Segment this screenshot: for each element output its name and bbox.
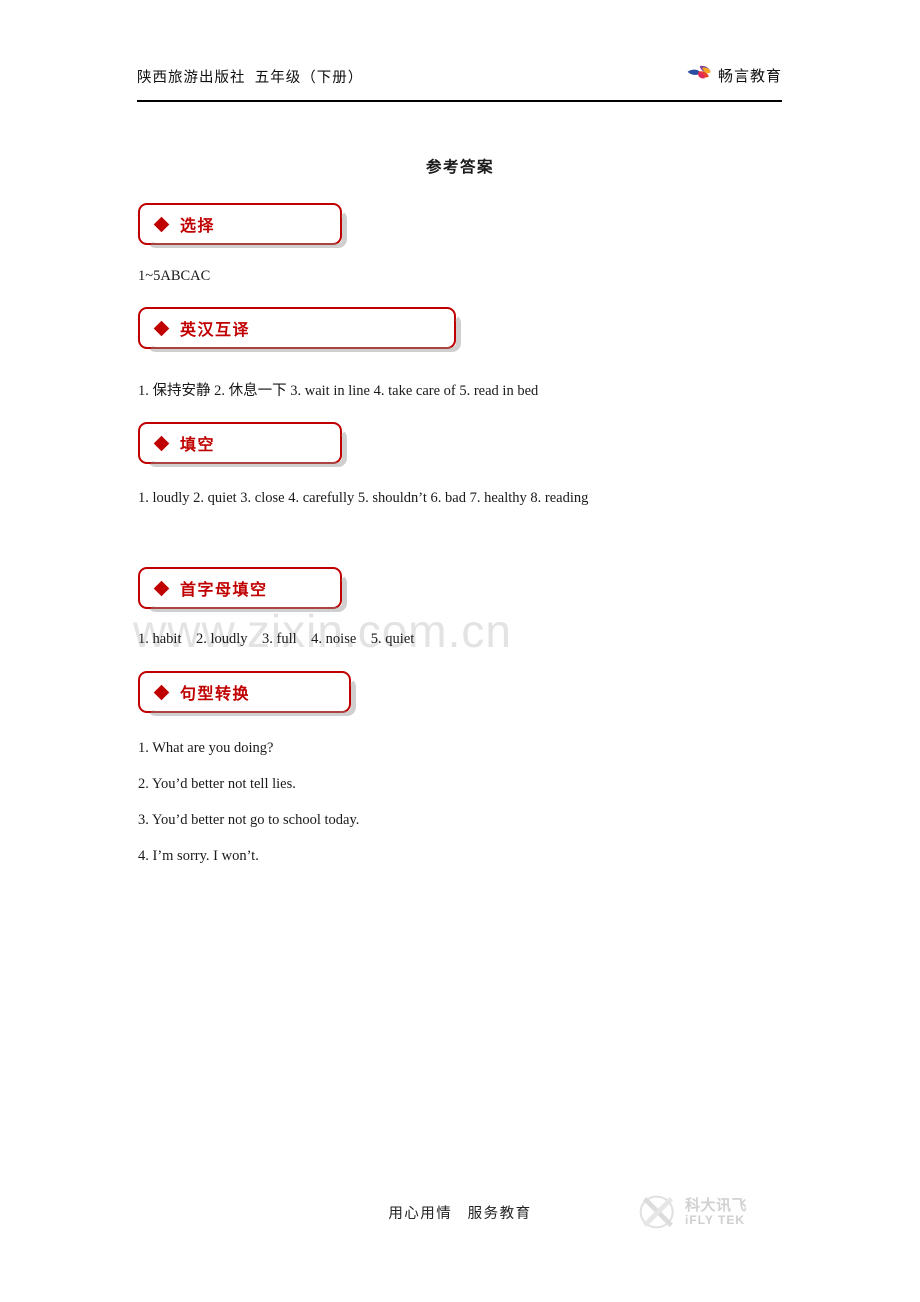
section-header-first-letter: 首字母填空	[138, 567, 347, 612]
diamond-bullet-icon	[153, 580, 170, 596]
diamond-bullet-icon	[153, 320, 170, 336]
page-footer: 用心用情 服务教育 科大讯飞 iFLY TEK	[0, 1195, 920, 1256]
section-title-choice: 选择	[180, 218, 216, 235]
butterfly-logo-icon	[687, 65, 711, 79]
answer-line: 1. What are you doing?	[138, 740, 274, 756]
answer-line: 1~5ABCAC	[138, 268, 211, 284]
brand-block: 畅言教育	[686, 62, 782, 88]
header-divider	[137, 100, 782, 102]
section-title-first-letter: 首字母填空	[180, 582, 268, 599]
publisher-line: 陕西旅游出版社 五年级（下册）	[137, 70, 364, 86]
answer-line: 4. I’m sorry. I won’t.	[138, 848, 259, 864]
answer-line: 1. habit 2. loudly 3. full 4. noise 5. q…	[138, 631, 415, 647]
brand-name: 畅言教育	[717, 68, 782, 85]
iflytek-wordmark: 科大讯飞 iFLY TEK	[685, 1198, 747, 1226]
answer-line: 2. You’d better not tell lies.	[138, 776, 296, 792]
document-page: 陕西旅游出版社 五年级（下册） 畅言教育 参考答案 www.zixin.com.…	[0, 0, 920, 1302]
diamond-bullet-icon	[153, 435, 170, 451]
answer-line: 3. You’d better not go to school today.	[138, 812, 360, 828]
page-title: 参考答案	[425, 159, 494, 176]
section-title-translation: 英汉互译	[180, 322, 251, 339]
iflytek-watermark: 科大讯飞 iFLY TEK	[636, 1192, 747, 1232]
section-title-fill-blank: 填空	[180, 437, 216, 454]
section-header-fill-blank: 填空	[138, 422, 347, 467]
section-title-sentence-transform: 句型转换	[180, 686, 251, 703]
page-header: 陕西旅游出版社 五年级（下册） 畅言教育	[137, 60, 782, 104]
iflytek-name-cn: 科大讯飞	[685, 1196, 748, 1214]
iflytek-x-logo-icon	[639, 1195, 674, 1229]
answer-line: 1. 保持安静 2. 休息一下 3. wait in line 4. take …	[138, 383, 539, 399]
diamond-bullet-icon	[153, 684, 170, 700]
diamond-bullet-icon	[153, 216, 170, 232]
section-header-sentence-transform: 句型转换	[138, 671, 356, 716]
footer-slogan: 用心用情 服务教育	[388, 1206, 532, 1222]
section-header-translation: 英汉互译	[138, 307, 461, 352]
section-header-choice: 选择	[138, 203, 347, 248]
answer-line: 1. loudly 2. quiet 3. close 4. carefully…	[138, 490, 589, 506]
iflytek-name-en: iFLY TEK	[685, 1212, 746, 1227]
